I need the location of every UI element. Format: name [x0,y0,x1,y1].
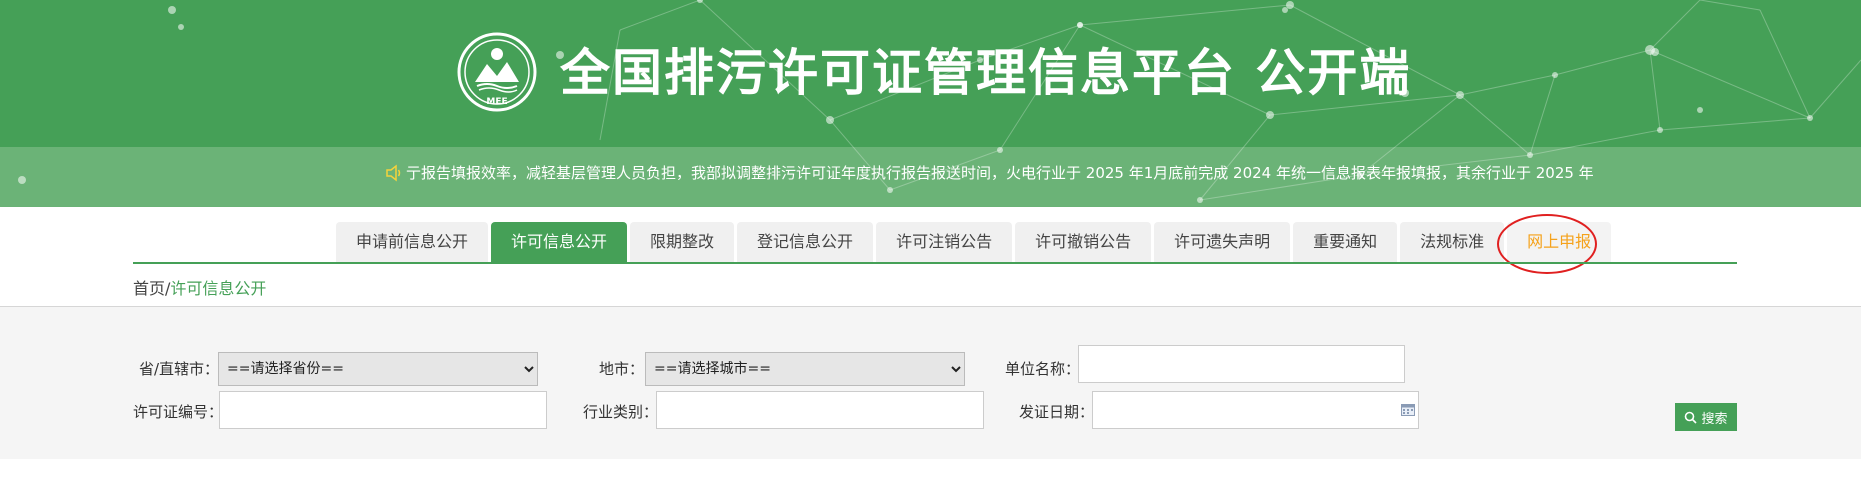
tab-revocation-notice[interactable]: 许可撤销公告 [1015,222,1152,262]
logo-text: MEE [486,97,507,107]
province-select[interactable]: ==请选择省份== [218,352,538,386]
speaker-icon [386,164,401,182]
tab-important-notice[interactable]: 重要通知 [1293,222,1398,262]
tab-rectification[interactable]: 限期整改 [630,222,735,262]
tab-license-info[interactable]: 许可信息公开 [491,222,628,262]
breadcrumb: 首页/许可信息公开 [133,275,266,299]
tab-pre-application-info[interactable]: 申请前信息公开 [336,222,489,262]
tab-loss-statement[interactable]: 许可遗失声明 [1154,222,1291,262]
unit-name-input[interactable] [1078,345,1405,383]
breadcrumb-current: 许可信息公开 [170,279,267,298]
tab-online-application[interactable]: 网上申报 [1497,214,1612,274]
search-panel: 省/直辖市： ==请选择省份== 地市： ==请选择城市== 单位名称： 许可证… [0,307,1861,459]
search-icon [1685,411,1698,424]
city-label: 地市： [599,360,645,378]
mee-logo: MEE [457,32,537,112]
nav-tabs: 申请前信息公开 许可信息公开 限期整改 登记信息公开 许可注销公告 许可撤销公告… [336,214,1612,274]
search-button-label: 搜索 [1701,411,1728,427]
license-number-input[interactable] [219,391,547,429]
ticker-text: 亍报告填报效率，减轻基层管理人员负担，我部拟调整排污许可证年度执行报告报送时间，… [406,164,1594,182]
breadcrumb-home[interactable]: 首页 [133,279,165,298]
main-navigation: 申请前信息公开 许可信息公开 限期整改 登记信息公开 许可注销公告 许可撤销公告… [0,207,1861,307]
industry-label: 行业类别： [583,403,659,421]
issue-date-label: 发证日期： [1019,403,1095,421]
notice-ticker[interactable]: 亍报告填报效率，减轻基层管理人员负担，我部拟调整排污许可证年度执行报告报送时间，… [384,160,1594,186]
industry-input[interactable] [656,391,984,429]
site-header: MEE 全国排污许可证管理信息平台 公开端 亍报告填报效率，减轻基层管理人员负担… [0,0,1861,207]
province-label: 省/直辖市： [139,360,220,378]
site-title: 全国排污许可证管理信息平台 公开端 [560,44,1412,102]
calendar-icon[interactable] [1401,404,1415,416]
unit-name-label: 单位名称： [1005,360,1081,378]
tab-online-application-label: 网上申报 [1527,232,1592,251]
tab-cancellation-notice[interactable]: 许可注销公告 [876,222,1013,262]
tab-registration-info[interactable]: 登记信息公开 [737,222,874,262]
search-button[interactable]: 搜索 [1675,403,1737,431]
issue-date-input[interactable] [1092,391,1419,429]
nav-underline [133,262,1737,264]
city-select[interactable]: ==请选择城市== [645,352,965,386]
license-number-label: 许可证编号： [133,403,224,421]
tab-regulations[interactable]: 法规标准 [1400,222,1505,262]
